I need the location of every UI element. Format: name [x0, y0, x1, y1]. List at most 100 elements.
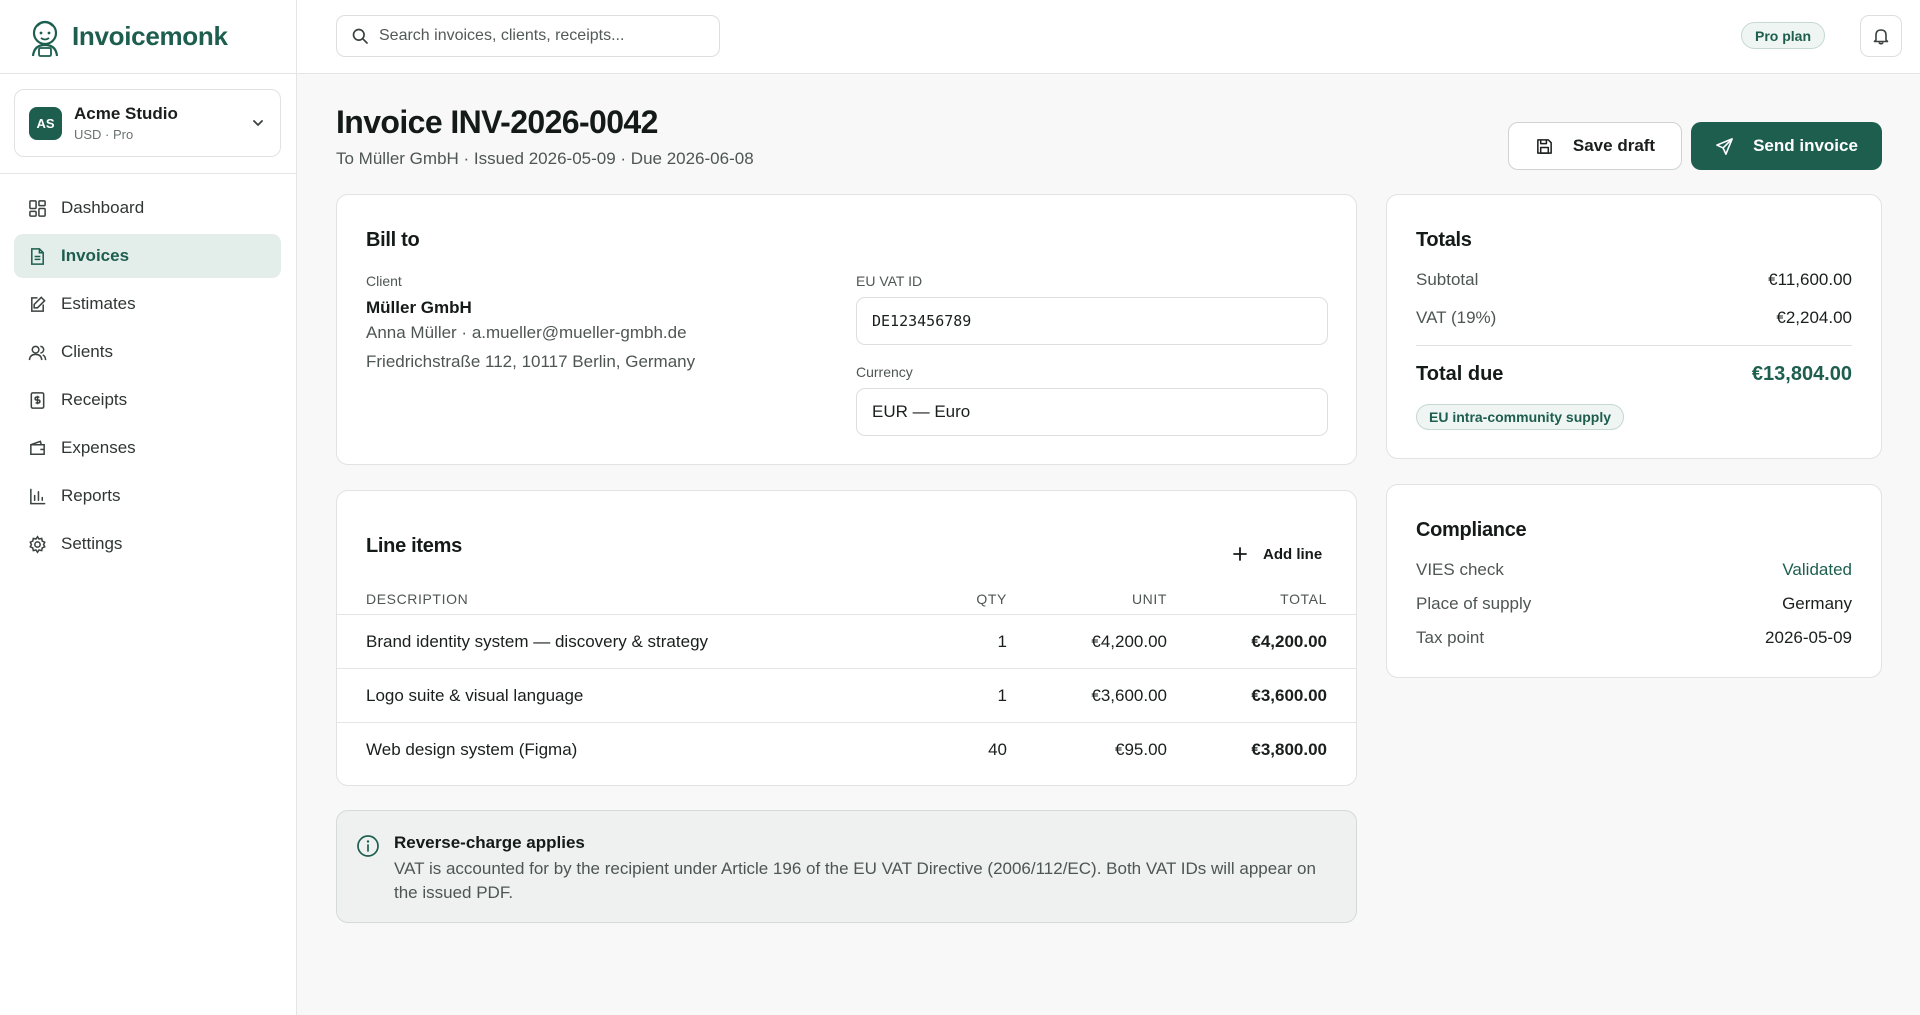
place-of-supply-value: Germany: [1782, 594, 1852, 613]
page-subtitle: To Müller GmbH · Issued 2026-05-09 · Due…: [336, 149, 754, 168]
table-row[interactable]: Brand identity system — discovery & stra…: [337, 615, 1356, 669]
sidebar-item-label: Expenses: [61, 438, 136, 457]
line-items-card: Line items Add line DESCRIPTION QTY UNIT…: [336, 490, 1357, 786]
sidebar-item-settings[interactable]: Settings: [14, 522, 281, 566]
sidebar-divider: [0, 173, 297, 174]
brand-name: Invoicemonk: [72, 21, 228, 51]
send-invoice-button[interactable]: Send invoice: [1691, 122, 1882, 170]
row-description: Brand identity system — discovery & stra…: [366, 631, 709, 651]
notice-title: Reverse-charge applies: [394, 833, 585, 852]
send-invoice-label: Send invoice: [1753, 136, 1858, 155]
info-icon: [357, 835, 379, 857]
bill-to-card: Bill to Client Müller GmbH Anna Müller ·…: [336, 194, 1357, 465]
currency-label: Currency: [856, 364, 913, 380]
plus-icon: [1233, 547, 1247, 561]
sidebar-item-label: Clients: [61, 342, 113, 361]
subtotal-value: €11,600.00: [1768, 270, 1852, 289]
vies-label: VIES check: [1416, 560, 1504, 579]
row-qty: 40: [988, 740, 1007, 759]
sidebar-item-label: Settings: [61, 534, 123, 553]
workspace-name: Acme Studio: [74, 104, 178, 123]
client-contact: Anna Müller · a.mueller@mueller-gmbh.de: [366, 323, 687, 342]
compliance-card: Compliance VIES check Validated Place of…: [1386, 484, 1882, 678]
total-due-value: €13,804.00: [1751, 363, 1852, 385]
chevron-down-icon: [253, 120, 263, 126]
sidebar-item-invoices[interactable]: Invoices: [14, 234, 281, 278]
plan-badge: Pro plan: [1741, 22, 1826, 49]
client-label: Client: [366, 273, 402, 289]
bell-icon: [1873, 29, 1889, 45]
sidebar-item-label: Invoices: [61, 246, 130, 265]
bill-to-title: Bill to: [366, 229, 420, 251]
total-due-label: Total due: [1416, 363, 1504, 385]
vat-value: €2,204.00: [1776, 308, 1852, 327]
save-icon: [1536, 138, 1552, 154]
vat-label: VAT (19%): [1416, 308, 1497, 327]
workspace-avatar: AS: [29, 106, 62, 140]
total-due-row: Total due €13,804.00: [1416, 363, 1852, 386]
client-address: Friedrichstraße 112, 10117 Berlin, Germa…: [366, 352, 696, 371]
send-icon: [1716, 137, 1733, 155]
clients-icon: [28, 345, 47, 360]
notifications-button[interactable]: [1860, 15, 1902, 57]
sidebar-item-dashboard[interactable]: Dashboard: [14, 186, 281, 230]
row-total: €4,200.00: [1251, 631, 1327, 651]
subtotal-row: Subtotal €11,600.00: [1416, 270, 1852, 290]
tax-point-value: 2026-05-09: [1765, 628, 1852, 647]
row-qty: 1: [997, 631, 1007, 651]
compliance-title: Compliance: [1416, 519, 1527, 541]
row-description: Web design system (Figma): [366, 740, 578, 759]
brand[interactable]: Invoicemonk: [0, 0, 296, 74]
dashboard-icon: [29, 199, 46, 217]
page-title: Invoice INV-2026-0042: [336, 104, 658, 140]
line-items-title: Line items: [366, 535, 462, 557]
sidebar-item-estimates[interactable]: Estimates: [14, 282, 281, 326]
wallet-icon: [30, 439, 45, 455]
gear-icon: [29, 534, 46, 554]
table-row[interactable]: Logo suite & visual language 1 €3,600.00…: [337, 669, 1356, 723]
place-of-supply-row: Place of supply Germany: [1416, 594, 1852, 614]
sidebar-item-expenses[interactable]: Expenses: [14, 426, 281, 470]
invoice-icon: [31, 247, 44, 265]
workspace-switcher[interactable]: AS Acme Studio USD · Pro: [14, 89, 281, 157]
sidebar-item-clients[interactable]: Clients: [14, 330, 281, 374]
subtotal-label: Subtotal: [1416, 270, 1479, 289]
vat-row: VAT (19%) €2,204.00: [1416, 308, 1852, 328]
add-line-button[interactable]: Add line: [1217, 535, 1336, 573]
row-qty: 1: [997, 685, 1007, 705]
vat-id-field[interactable]: [856, 297, 1328, 345]
client-name: Müller GmbH: [366, 298, 472, 317]
search-input[interactable]: [379, 27, 709, 45]
row-unit: €4,200.00: [1091, 631, 1167, 651]
notice-body: VAT is accounted for by the recipient un…: [394, 859, 1316, 902]
totals-divider: [1416, 345, 1852, 346]
vies-value: Validated: [1782, 560, 1852, 579]
save-draft-button[interactable]: Save draft: [1508, 122, 1682, 170]
currency-select[interactable]: [856, 388, 1328, 436]
monk-logo-icon: [31, 20, 59, 57]
sidebar: Invoicemonk AS Acme Studio USD · Pro Das…: [0, 0, 297, 1015]
sidebar-item-label: Reports: [61, 486, 121, 505]
tax-point-row: Tax point 2026-05-09: [1416, 628, 1852, 648]
table-row[interactable]: Web design system (Figma) 40 €95.00 €3,8…: [337, 723, 1356, 777]
row-description: Logo suite & visual language: [366, 685, 584, 705]
sidebar-nav: Dashboard Invoices Estimates Clients Rec…: [14, 186, 281, 570]
column-total: TOTAL: [1280, 590, 1327, 607]
totals-title: Totals: [1416, 229, 1472, 251]
tax-point-label: Tax point: [1416, 628, 1485, 647]
sidebar-item-reports[interactable]: Reports: [14, 474, 281, 518]
column-description: DESCRIPTION: [366, 590, 469, 607]
row-total: €3,800.00: [1251, 740, 1327, 759]
bar-chart-icon: [30, 488, 46, 504]
table-header: DESCRIPTION QTY UNIT TOTAL: [337, 583, 1356, 615]
top-bar: Pro plan: [297, 0, 1920, 74]
sidebar-item-label: Dashboard: [61, 198, 145, 217]
search-box[interactable]: [336, 15, 720, 57]
sidebar-item-receipts[interactable]: Receipts: [14, 378, 281, 422]
vies-row: VIES check Validated: [1416, 560, 1852, 580]
search-icon: [352, 28, 368, 44]
vat-id-label: EU VAT ID: [856, 273, 923, 289]
sidebar-item-label: Receipts: [61, 390, 128, 409]
add-line-label: Add line: [1263, 545, 1323, 563]
eu-supply-badge: EU intra-community supply: [1416, 404, 1625, 430]
